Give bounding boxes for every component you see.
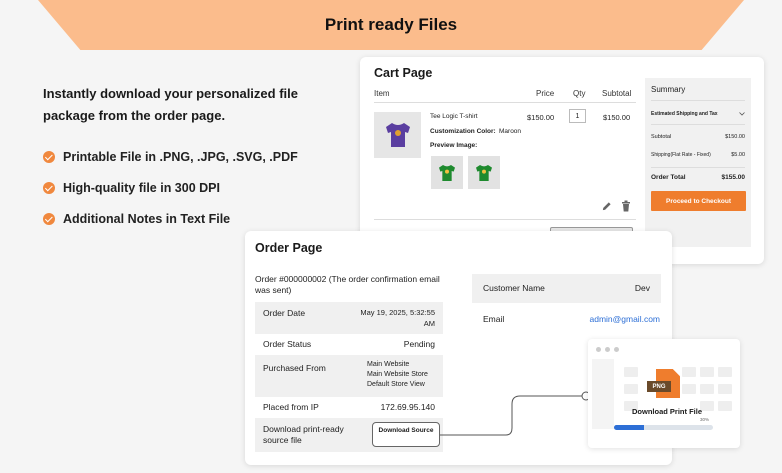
png-badge: PNG [647, 381, 671, 392]
download-progress-bar [614, 425, 713, 430]
window-dot [596, 347, 601, 352]
folder-icon [682, 367, 696, 377]
folder-icon [682, 384, 696, 394]
download-print-file-label[interactable]: Download Print File [632, 407, 702, 416]
folder-icon [700, 367, 714, 377]
window-dot [605, 347, 610, 352]
folder-icon [624, 367, 638, 377]
print-file-widget: PNG Download Print File 30% [588, 339, 740, 448]
sidebar-placeholder [592, 359, 614, 429]
folder-icon [718, 367, 732, 377]
folder-icon [700, 384, 714, 394]
folder-icon [700, 401, 714, 411]
progress-fill [614, 425, 644, 430]
folder-icon [718, 401, 732, 411]
folder-icon [718, 384, 732, 394]
progress-percent: 30% [700, 417, 710, 422]
folder-icon [624, 384, 638, 394]
window-dot [614, 347, 619, 352]
